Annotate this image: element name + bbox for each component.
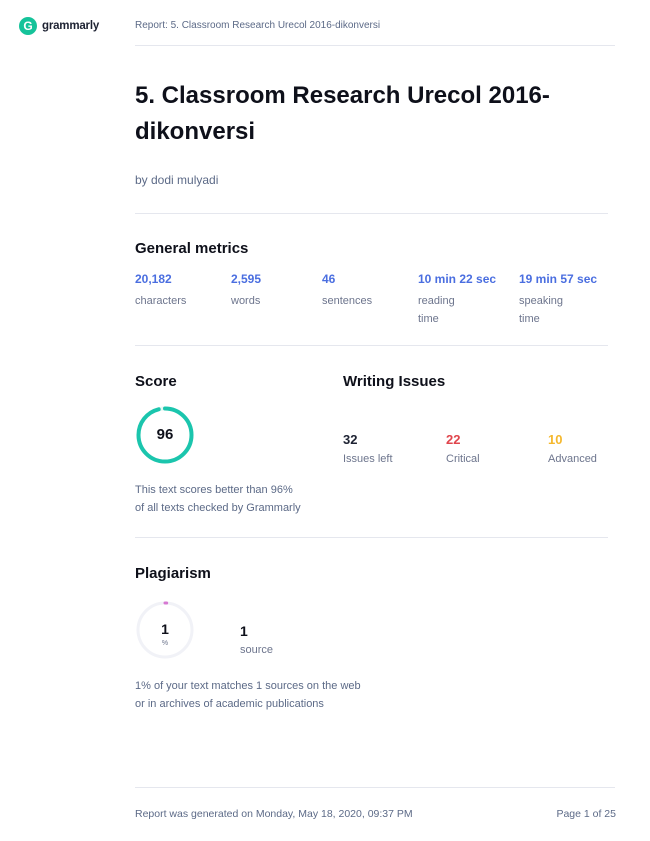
sources-value: 1 xyxy=(240,623,248,639)
plagiarism-caption: 1% of your text matches 1 sources on the… xyxy=(135,677,361,713)
metric-reading-time: 10 min 22 sec reading time xyxy=(418,272,496,328)
issues-critical: 22 Critical xyxy=(446,432,480,465)
plagiarism-heading: Plagiarism xyxy=(135,565,211,582)
plagiarism-sources: 1 source xyxy=(240,623,273,656)
score-caption-line: This text scores better than 96% xyxy=(135,484,293,496)
issue-label: Advanced xyxy=(548,453,597,465)
metric-value: 10 min 22 sec xyxy=(418,272,497,286)
footer-page-number: Page 1 of 25 xyxy=(556,808,616,820)
brand-name: grammarly xyxy=(42,20,100,32)
metric-value: 46 xyxy=(322,272,336,286)
plagiarism-value: 1 xyxy=(161,621,169,637)
report-header-title: Report: 5. Classroom Research Urecol 201… xyxy=(135,20,381,31)
writing-issues-heading: Writing Issues xyxy=(343,373,446,390)
metric-value: 19 min 57 sec xyxy=(519,272,598,286)
metric-characters: 20,182 characters xyxy=(135,272,186,310)
plagiarism-ring: 1 % xyxy=(135,600,195,660)
plagiarism-caption-line: 1% of your text matches 1 sources on the… xyxy=(135,680,361,692)
issues-left: 32 Issues left xyxy=(343,432,393,465)
metric-label: sentences xyxy=(322,295,373,307)
issues-advanced: 10 Advanced xyxy=(548,432,597,465)
metric-words: 2,595 words xyxy=(231,272,261,310)
score-ring: 96 xyxy=(135,405,195,465)
metric-label-line: time xyxy=(519,313,540,325)
metric-value: 2,595 xyxy=(231,272,262,286)
plagiarism-unit: % xyxy=(161,640,169,647)
metric-label-line: speaking xyxy=(519,295,564,307)
footer-generated: Report was generated on Monday, May 18, … xyxy=(135,808,413,820)
metric-label: characters xyxy=(135,295,187,307)
score-caption-line: of all texts checked by Grammarly xyxy=(135,502,301,514)
issue-value: 22 xyxy=(446,432,461,447)
issue-label: Critical xyxy=(446,453,480,465)
metric-label-line: time xyxy=(418,313,439,325)
metric-label-line: reading xyxy=(418,295,455,307)
section-divider xyxy=(135,345,608,346)
grammarly-logo: G grammarly xyxy=(19,17,99,35)
metric-label: reading time xyxy=(418,292,496,328)
score-caption: This text scores better than 96% of all … xyxy=(135,481,301,517)
section-divider xyxy=(135,537,608,538)
grammarly-g-icon: G xyxy=(19,17,37,35)
issue-label: Issues left xyxy=(343,453,393,465)
issue-value: 10 xyxy=(548,432,563,447)
section-divider xyxy=(135,213,608,214)
metric-sentences: 46 sentences xyxy=(322,272,372,310)
metric-value: 20,182 xyxy=(135,272,172,286)
sources-label: source xyxy=(240,644,274,656)
plagiarism-caption-line: or in archives of academic publications xyxy=(135,698,324,710)
document-title: 5. Classroom Research Urecol 2016-dikonv… xyxy=(135,82,550,145)
score-heading: Score xyxy=(135,373,177,390)
header-divider xyxy=(135,45,615,46)
metric-label: speaking time xyxy=(519,292,597,328)
score-value: 96 xyxy=(156,426,174,443)
issue-value: 32 xyxy=(343,432,358,447)
metric-speaking-time: 19 min 57 sec speaking time xyxy=(519,272,597,328)
general-metrics-heading: General metrics xyxy=(135,240,249,257)
footer-divider xyxy=(135,787,615,788)
document-author: by dodi mulyadi xyxy=(135,173,219,187)
metric-label: words xyxy=(231,295,261,307)
